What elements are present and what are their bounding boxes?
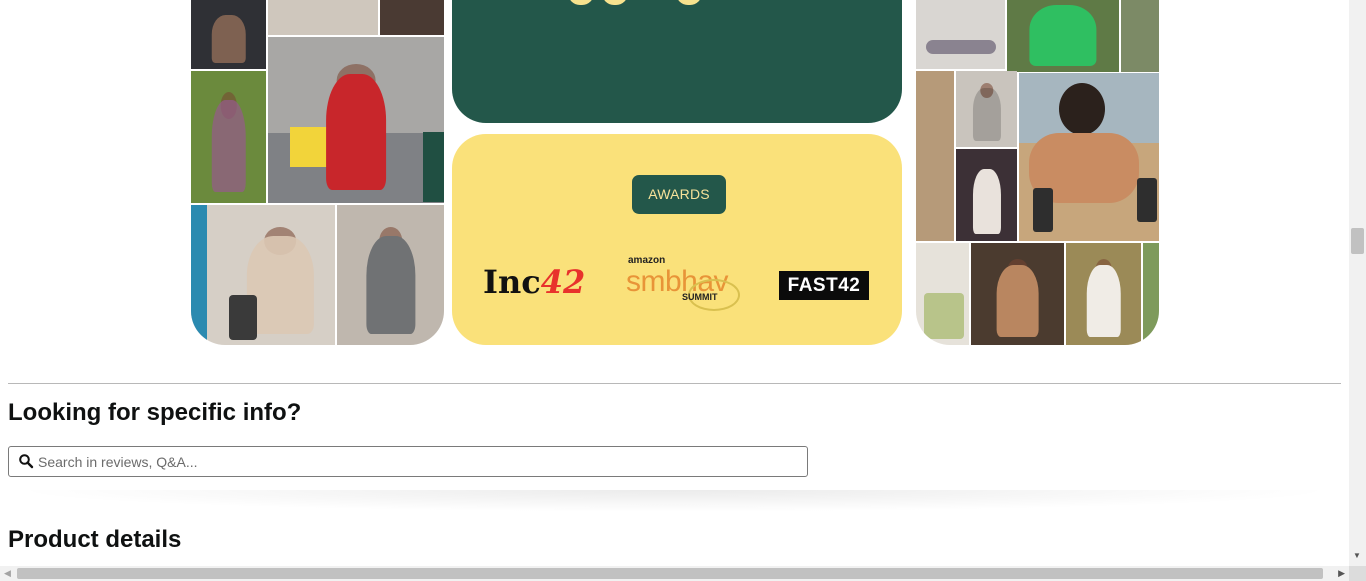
brand-highlight-panel (452, 0, 902, 123)
collage-photo (916, 243, 969, 345)
collage-photo (268, 0, 378, 35)
collage-photo (380, 0, 444, 35)
section-divider (8, 383, 1341, 384)
collage-photo (916, 71, 954, 241)
fast42-logo: FAST42 (779, 271, 869, 300)
collage-photo (956, 71, 1017, 147)
decorative-shapes (568, 0, 710, 10)
search-icon (19, 454, 34, 469)
search-input[interactable] (38, 448, 798, 475)
collage-photo (191, 71, 266, 203)
product-details-heading: Product details (8, 526, 182, 553)
awards-panel: AWARDS Inc42 amazon smbhav SUMMIT FAST42 (452, 134, 902, 345)
collage-photo (916, 0, 1005, 69)
horizontal-scroll-thumb[interactable] (17, 568, 1323, 579)
collage-photo (1143, 243, 1159, 345)
vertical-scroll-thumb[interactable] (1351, 228, 1364, 254)
collage-photo (191, 205, 335, 345)
collage-photo (268, 37, 444, 203)
collage-photo (1121, 0, 1159, 72)
collage-photo (971, 243, 1064, 345)
influencer-collage-left (191, 0, 444, 345)
scrollbar-corner (1349, 566, 1366, 581)
vertical-scrollbar[interactable]: ▼ (1349, 0, 1366, 566)
info-search-heading: Looking for specific info? (8, 399, 302, 426)
collage-photo (1019, 73, 1159, 241)
collage-photo (337, 205, 444, 345)
scroll-left-arrow-icon[interactable]: ◀ (4, 568, 11, 579)
horizontal-scrollbar[interactable]: ◀ ▶ (0, 566, 1349, 581)
inc42-logo: Inc42 (483, 263, 586, 301)
scroll-down-arrow-icon[interactable]: ▼ (1353, 551, 1361, 560)
influencer-collage-right (916, 0, 1159, 345)
awards-badge: AWARDS (632, 175, 726, 214)
collage-photo (1007, 0, 1119, 72)
scroll-right-arrow-icon[interactable]: ▶ (1338, 568, 1345, 579)
collage-photo (1066, 243, 1141, 345)
section-shadow (8, 490, 1341, 512)
collage-photo (191, 0, 266, 69)
collage-photo (956, 149, 1017, 241)
amazon-smbhav-summit-logo: amazon smbhav SUMMIT (626, 255, 746, 315)
reviews-qa-search[interactable] (8, 446, 808, 477)
